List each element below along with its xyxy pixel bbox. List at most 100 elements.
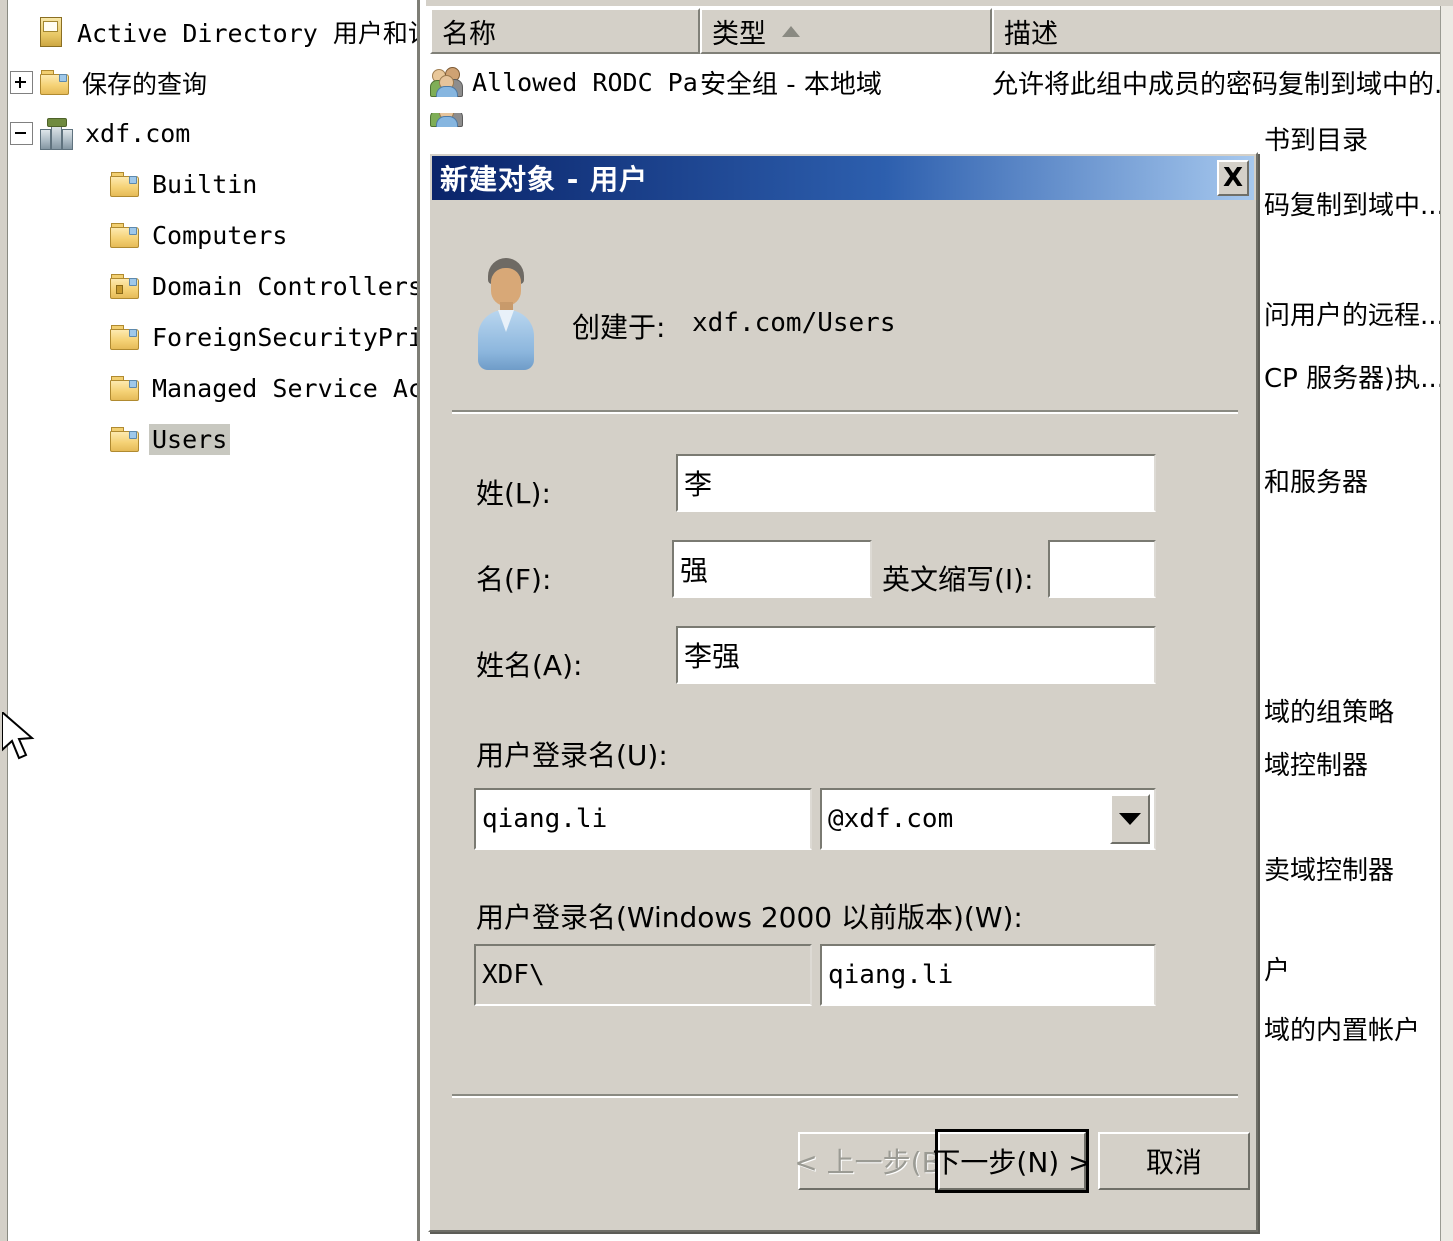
column-header-name-label: 名称 [442, 18, 496, 50]
description-fragment: 户 [1264, 956, 1291, 986]
cancel-button[interactable]: 取消 [1098, 1132, 1250, 1190]
cell-name: Allowed RODC Pass... [430, 67, 700, 97]
pre2000-logon-name-value: qiang.li [828, 960, 954, 990]
next-button-label: 下一步(N) > [932, 1146, 1092, 1179]
column-header-description-label: 描述 [1004, 18, 1058, 50]
dialog-title-bar[interactable]: 新建对象 - 用户 X [432, 156, 1254, 200]
pre2000-logon-name-field[interactable]: qiang.li [820, 944, 1156, 1006]
cell-type: 安全组 - 本地域 [700, 69, 882, 100]
console-tree-pane[interactable]: Active Directory 用户和计算机 [W 保存的查询 xdf.com Bu… [0, 0, 420, 1241]
tree-item-label: Builtin [152, 170, 258, 199]
folder-icon [110, 426, 140, 453]
description-fragment: 书到目录 [1264, 126, 1369, 156]
created-in-label: 创建于: [572, 311, 666, 344]
user-avatar-icon [474, 258, 538, 370]
description-fragment: CP 服务器)执... [1264, 364, 1446, 394]
folder-icon [110, 324, 140, 351]
column-header-name[interactable]: 名称 [430, 8, 700, 54]
description-fragment: 域控制器 [1264, 751, 1369, 781]
full-name-value: 李强 [684, 640, 741, 673]
created-in-value: xdf.com/Users [692, 308, 896, 338]
folder-locked-icon [110, 273, 140, 300]
tree-item-label: Computers [152, 221, 288, 250]
divider-bottom [452, 1094, 1238, 1098]
tree-item-users[interactable]: Users [10, 414, 417, 465]
tree-item-domain-controllers[interactable]: Domain Controllers [10, 261, 420, 312]
new-object-user-dialog[interactable]: 新建对象 - 用户 X 创建于: xdf.com/Users 姓(L): 李 名… [428, 152, 1258, 1232]
folder-icon [110, 375, 140, 402]
column-header-description[interactable]: 描述 [992, 8, 1450, 54]
folder-icon [110, 222, 140, 249]
console-root-icon [38, 16, 64, 47]
mmc-console-window: Active Directory 用户和计算机 [W 保存的查询 xdf.com Bu… [0, 0, 1453, 1241]
pre2000-domain-prefix-value: XDF\ [482, 960, 545, 990]
expand-icon[interactable] [10, 71, 33, 94]
first-name-label: 名(F): [476, 563, 552, 596]
tree-item-label: Managed Service Accounts [152, 374, 420, 403]
tree-item-label: xdf.com [85, 119, 191, 148]
tree-item-xdf-com[interactable]: xdf.com [10, 108, 417, 159]
cell-description: 允许将此组中成员的密码复制到域中的... [992, 69, 1450, 100]
tree-item-label: Active Directory 用户和计算机 [W [77, 18, 417, 48]
domain-icon [40, 117, 74, 150]
tree-item-[interactable]: 保存的查询 [10, 57, 417, 108]
folder-icon [40, 69, 70, 96]
description-fragment: 问用户的远程... [1264, 301, 1445, 331]
user-logon-name-label: 用户登录名(U): [476, 739, 668, 772]
initials-label: 英文缩写(I): [882, 563, 1034, 596]
tree-item-label: 保存的查询 [82, 69, 208, 99]
back-button-label: < 上一步(B) [794, 1146, 952, 1179]
column-header-type[interactable]: 类型 [700, 8, 992, 54]
full-name-label: 姓名(A): [476, 649, 583, 682]
ad-tree[interactable]: Active Directory 用户和计算机 [W 保存的查询 xdf.com Bu… [10, 6, 420, 465]
cell-name-label: Allowed RODC Pass... [472, 67, 700, 97]
first-name-field[interactable]: 强 [672, 540, 872, 598]
last-name-label: 姓(L): [476, 477, 551, 510]
last-name-value: 李 [684, 468, 713, 501]
tree-item-foreignsecurityprincipals[interactable]: ForeignSecurityPrincipals [10, 312, 420, 363]
tree-item-active-directory-w[interactable]: Active Directory 用户和计算机 [W [10, 6, 417, 57]
column-header-type-label: 类型 [712, 18, 766, 50]
pre2000-logon-name-label: 用户登录名(Windows 2000 以前版本)(W): [476, 901, 1023, 934]
next-button[interactable]: 下一步(N) > [932, 1129, 1092, 1193]
divider-top [452, 410, 1238, 414]
upn-suffix-dropdown[interactable]: @xdf.com [820, 788, 1156, 850]
list-column-headers[interactable]: 名称 类型 描述 [430, 8, 1450, 54]
tree-item-computers[interactable]: Computers [10, 210, 417, 261]
tree-item-label: Domain Controllers [152, 272, 420, 301]
close-icon-glyph: X [1222, 163, 1244, 193]
security-group-icon [430, 113, 464, 127]
vertical-scrollbar[interactable] [1440, 6, 1453, 1241]
sort-ascending-icon [782, 25, 800, 37]
cell-name-partial [430, 113, 700, 127]
tree-item-builtin[interactable]: Builtin [10, 159, 417, 210]
description-fragment: 域的组策略 [1264, 698, 1395, 728]
description-fragment: 码复制到域中... [1264, 191, 1445, 221]
upn-suffix-value: @xdf.com [828, 804, 954, 834]
description-fragment: 和服务器 [1264, 468, 1369, 498]
initials-field[interactable] [1048, 540, 1156, 598]
user-logon-name-value: qiang.li [482, 804, 608, 834]
last-name-field[interactable]: 李 [676, 454, 1156, 512]
collapse-icon[interactable] [10, 122, 33, 145]
tree-item-managed-service-accounts[interactable]: Managed Service Accounts [10, 363, 420, 414]
chevron-down-icon[interactable] [1110, 794, 1150, 844]
cancel-button-label: 取消 [1145, 1146, 1202, 1179]
tree-item-label: ForeignSecurityPrincipals [152, 323, 420, 352]
user-logon-name-field[interactable]: qiang.li [474, 788, 812, 850]
pre2000-domain-prefix-field: XDF\ [474, 944, 812, 1006]
dialog-title: 新建对象 - 用户 [440, 163, 649, 196]
description-fragment: 卖域控制器 [1264, 856, 1395, 886]
full-name-field[interactable]: 李强 [676, 626, 1156, 684]
close-icon[interactable]: X [1217, 160, 1249, 196]
description-fragment: 域的内置帐户 [1264, 1016, 1421, 1046]
first-name-value: 强 [680, 554, 709, 587]
table-row[interactable]: Allowed RODC Pass... 安全组 - 本地域 允许将此组中成员的… [430, 56, 1450, 108]
back-button[interactable]: < 上一步(B) [794, 1132, 952, 1190]
